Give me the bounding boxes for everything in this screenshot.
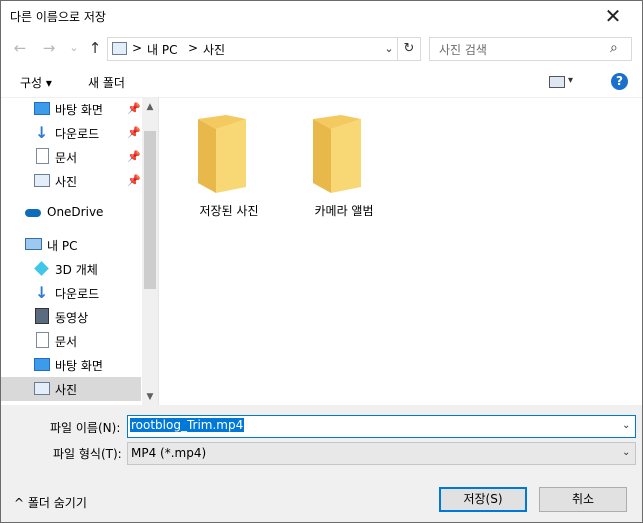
view-dropdown-icon[interactable]: ▾ [568, 75, 573, 86]
video-icon [35, 308, 49, 324]
scrollbar-thumb[interactable] [144, 131, 156, 289]
folder-icon [313, 115, 361, 193]
breadcrumb-pictures[interactable]: 사진 [203, 41, 225, 58]
sidebar-item-desktop[interactable]: 바탕 화면 📌 [1, 97, 141, 121]
sidebar-item-pictures-pc[interactable]: 사진 [1, 377, 141, 401]
sidebar-item-downloads[interactable]: ↓ 다운로드 📌 [1, 121, 141, 145]
folder-icon [198, 115, 246, 193]
3d-objects-icon [34, 261, 49, 276]
pictures-icon [34, 174, 50, 187]
pin-icon[interactable]: 📌 [127, 126, 141, 139]
pictures-folder-icon [112, 42, 127, 55]
pictures-icon [34, 382, 50, 395]
up-button[interactable]: ↑ [86, 39, 104, 57]
document-icon [36, 332, 49, 348]
sidebar-item-onedrive[interactable]: OneDrive [1, 201, 141, 225]
scroll-down-arrow[interactable]: ▼ [142, 389, 158, 405]
sidebar-item-documents[interactable]: 문서 📌 [1, 145, 141, 169]
search-input[interactable]: 사진 검색 ⌕ [429, 37, 632, 61]
filetype-value: MP4 (*.mp4) [131, 446, 207, 460]
navigation-pane: 바탕 화면 📌 ↓ 다운로드 📌 문서 📌 사진 📌 OneDrive 내 PC [1, 97, 159, 405]
sidebar-item-downloads-pc[interactable]: ↓ 다운로드 [1, 281, 141, 305]
sidebar-item-label: 다운로드 [55, 127, 100, 141]
sidebar-item-label: 다운로드 [55, 287, 100, 301]
chevron-down-icon[interactable]: ⌄ [622, 420, 630, 431]
folder-item[interactable]: 카메라 앨범 [289, 109, 399, 219]
desktop-icon [34, 358, 50, 371]
hide-folders-toggle[interactable]: ^ 폴더 숨기기 [14, 494, 87, 511]
sidebar-item-label: 문서 [55, 151, 78, 165]
pin-icon[interactable]: 📌 [127, 174, 141, 187]
onedrive-icon [25, 209, 41, 217]
sidebar-item-label: 동영상 [55, 311, 89, 325]
sidebar-item-label: 바탕 화면 [55, 359, 103, 373]
sidebar-item-desktop-pc[interactable]: 바탕 화면 [1, 353, 141, 377]
back-button[interactable]: ← [11, 39, 29, 57]
save-as-dialog: 다른 이름으로 저장 ✕ ← → ⌄ ↑ > 내 PC > 사진 ⌄ ↻ 사진 … [0, 0, 643, 523]
cancel-button[interactable]: 취소 [539, 487, 627, 512]
desktop-icon [34, 102, 50, 115]
sidebar-item-pictures[interactable]: 사진 📌 [1, 169, 141, 193]
sidebar-item-label: OneDrive [47, 205, 104, 219]
filetype-select[interactable]: MP4 (*.mp4) ⌄ [127, 442, 636, 465]
filename-value: rootblog_Trim.mp4 [130, 418, 245, 432]
title-bar: 다른 이름으로 저장 ✕ [1, 1, 642, 32]
organize-menu[interactable]: 구성 ▾ [20, 74, 52, 91]
filename-label: 파일 이름(N): [50, 421, 121, 435]
search-icon: ⌕ [610, 40, 618, 56]
refresh-icon[interactable]: ↻ [397, 38, 420, 60]
pin-icon[interactable]: 📌 [127, 150, 141, 163]
download-icon: ↓ [35, 283, 49, 302]
sidebar-item-documents-pc[interactable]: 문서 [1, 329, 141, 353]
pc-icon [25, 238, 42, 250]
close-button[interactable]: ✕ [599, 3, 627, 29]
breadcrumb-this-pc[interactable]: 내 PC [147, 41, 177, 58]
folder-item[interactable]: 저장된 사진 [174, 109, 284, 219]
sidebar-item-label: 내 PC [47, 239, 78, 253]
window-title: 다른 이름으로 저장 [10, 10, 106, 24]
folder-name: 저장된 사진 [199, 204, 259, 218]
sidebar-item-label: 사진 [55, 175, 78, 189]
search-placeholder: 사진 검색 [439, 43, 487, 57]
save-button[interactable]: 저장(S) [439, 487, 527, 512]
recent-locations-button[interactable]: ⌄ [65, 39, 83, 57]
new-folder-button[interactable]: 새 폴더 [88, 74, 125, 91]
chevron-down-icon[interactable]: ⌄ [622, 447, 630, 458]
sidebar-item-this-pc[interactable]: 내 PC [1, 233, 141, 257]
sidebar-item-videos[interactable]: 동영상 [1, 305, 141, 329]
help-icon[interactable]: ? [611, 73, 628, 90]
breadcrumb-separator: > [132, 41, 143, 55]
document-icon [36, 148, 49, 164]
sidebar-item-label: 3D 개체 [55, 263, 98, 277]
view-icon[interactable] [549, 76, 565, 88]
breadcrumb-separator: > [188, 41, 199, 55]
filetype-label: 파일 형식(T): [53, 447, 122, 461]
address-bar[interactable]: > 내 PC > 사진 ⌄ ↻ [107, 37, 421, 61]
address-dropdown-icon[interactable]: ⌄ [380, 39, 397, 59]
sidebar-item-3d-objects[interactable]: 3D 개체 [1, 257, 141, 281]
filename-input[interactable]: rootblog_Trim.mp4 ⌄ [127, 415, 636, 438]
folder-name: 카메라 앨범 [314, 204, 374, 218]
download-icon: ↓ [35, 123, 49, 142]
sidebar-item-label: 사진 [55, 383, 78, 397]
forward-button[interactable]: → [40, 39, 58, 57]
pin-icon[interactable]: 📌 [127, 102, 141, 115]
sidebar-item-label: 바탕 화면 [55, 103, 103, 117]
scroll-up-arrow[interactable]: ▲ [142, 99, 158, 115]
sidebar-item-label: 문서 [55, 335, 78, 349]
